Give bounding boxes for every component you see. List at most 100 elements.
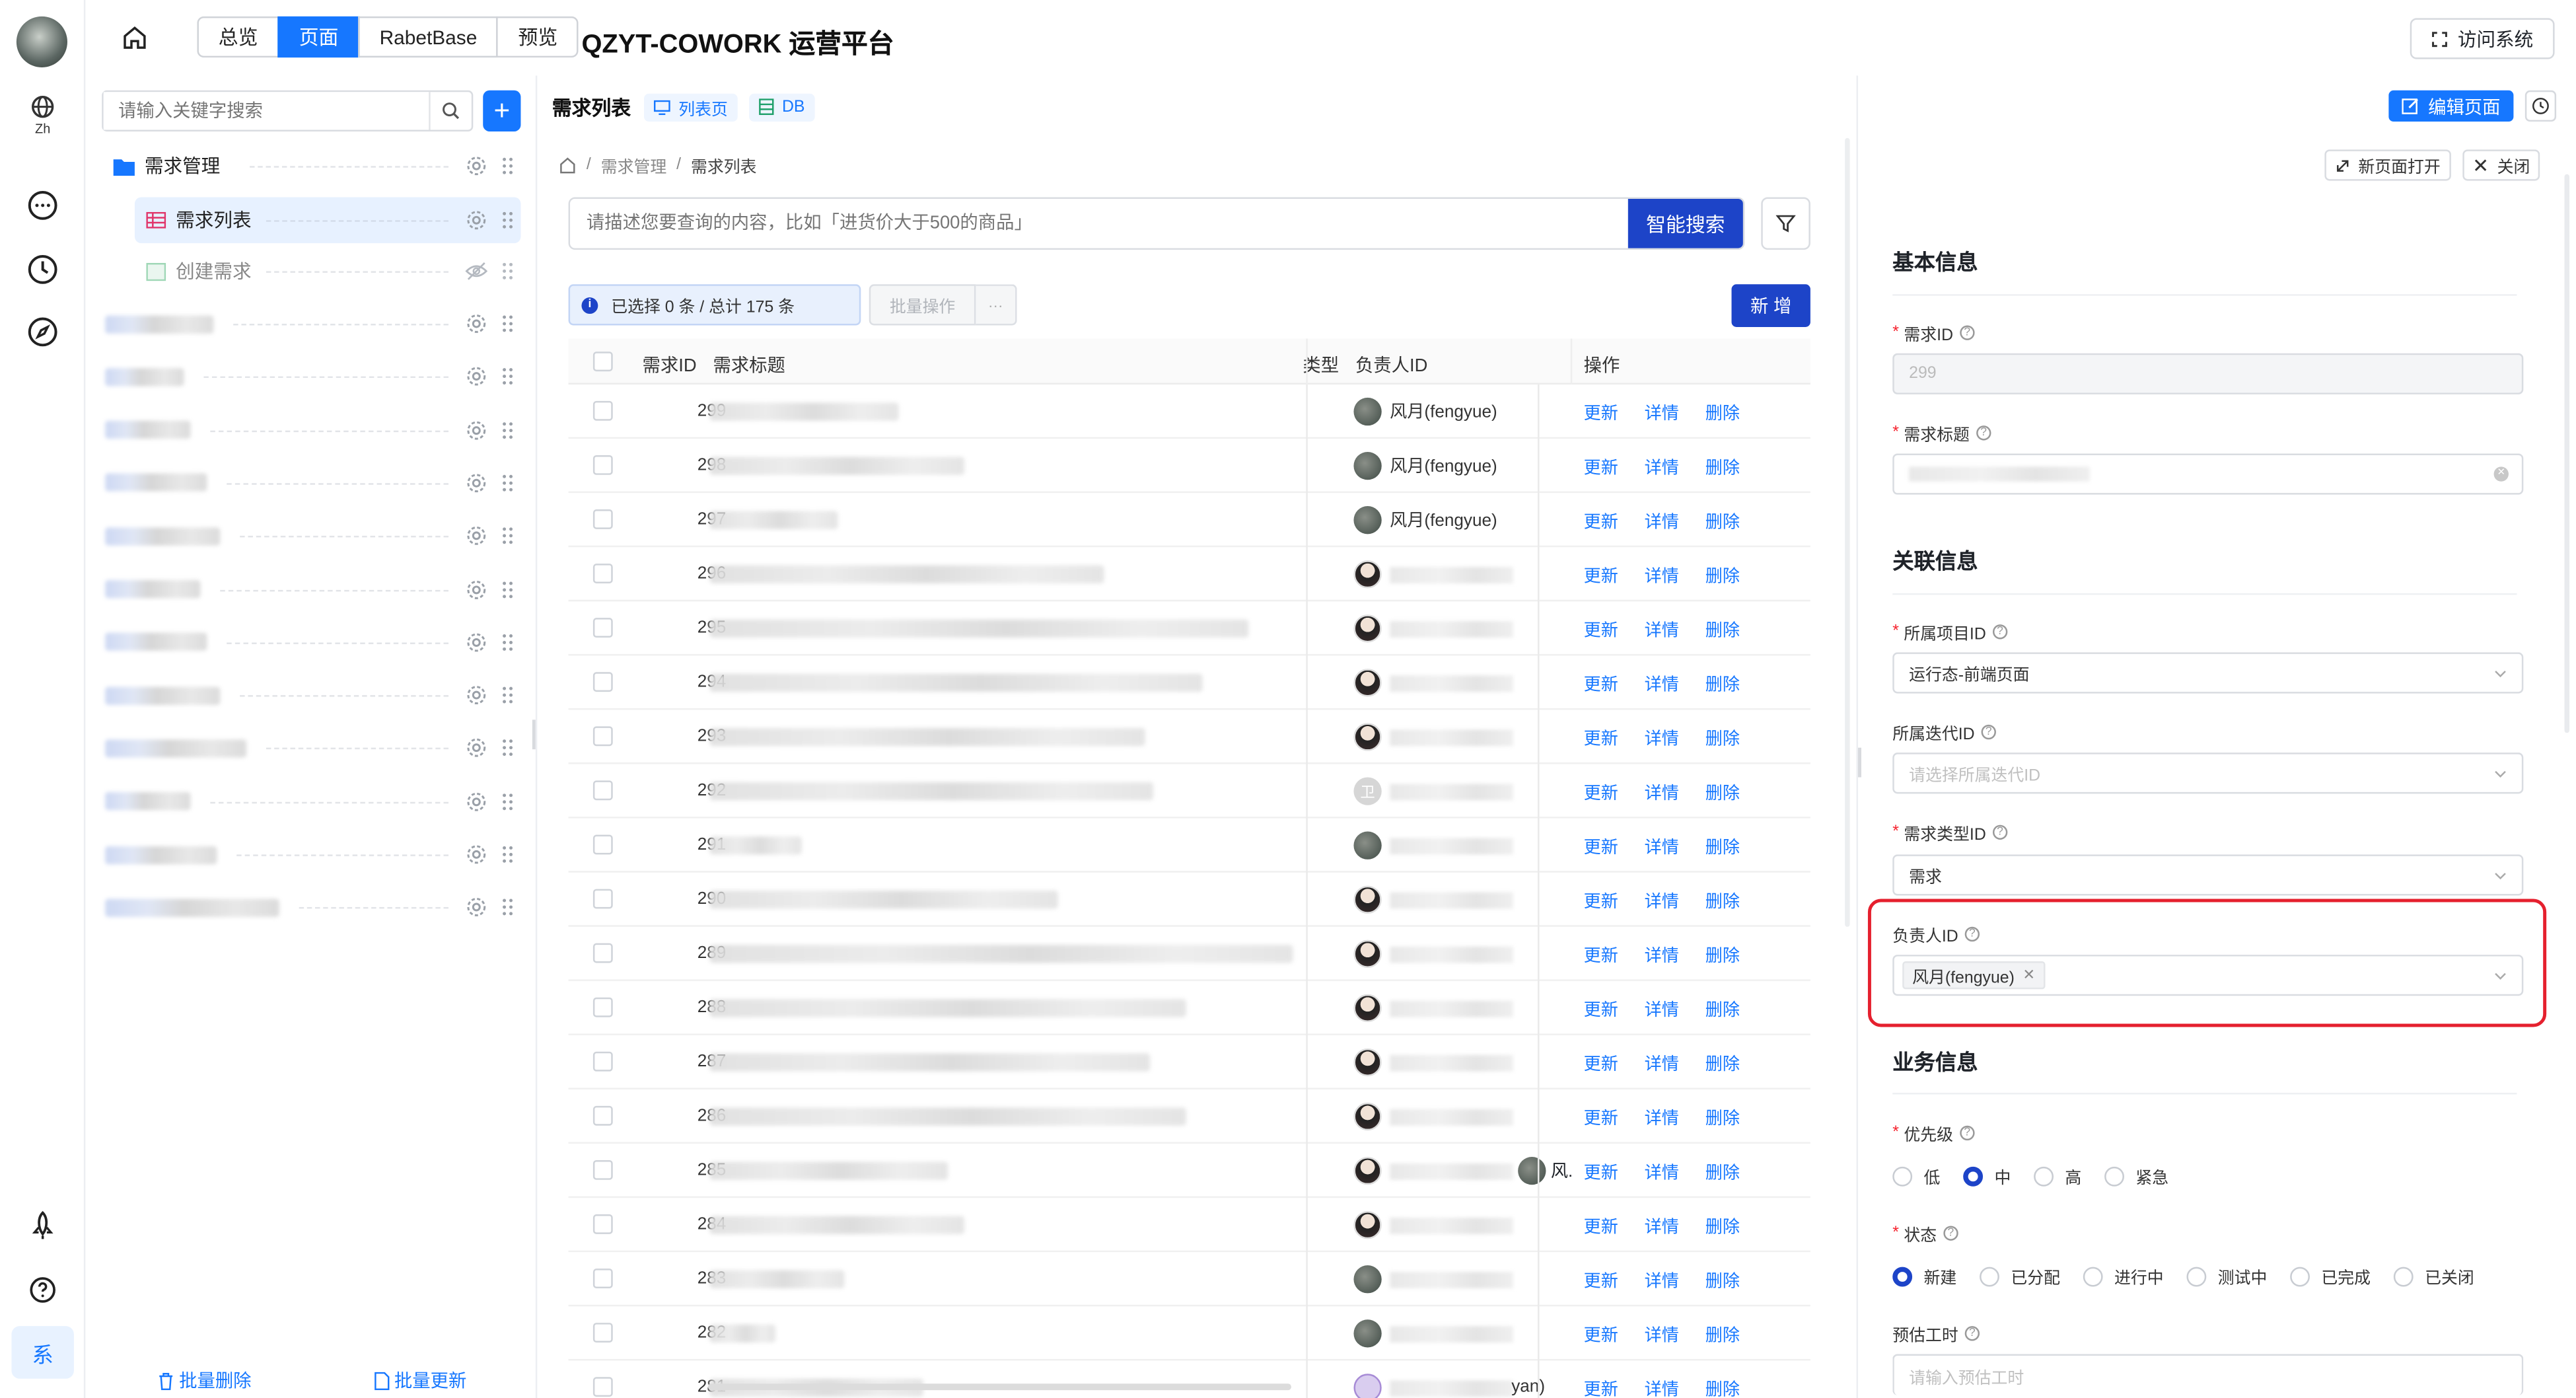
eye-off-icon[interactable] [465, 260, 488, 283]
open-new-page-button[interactable]: 新页面打开 [2324, 149, 2451, 181]
status-radio-new[interactable]: 新建 [1892, 1264, 1956, 1288]
gear-icon[interactable] [465, 209, 488, 232]
tab-overview[interactable]: 总览 [197, 16, 279, 58]
delete-link[interactable]: 删除 [1705, 618, 1740, 642]
help-icon[interactable] [23, 1270, 63, 1310]
row-title[interactable] [709, 999, 1186, 1017]
tree-item-blurred[interactable] [102, 833, 520, 876]
table-row[interactable]: 296更新详情删除 [568, 547, 1810, 602]
delete-link[interactable]: 删除 [1705, 509, 1740, 534]
update-link[interactable]: 更新 [1584, 998, 1618, 1022]
row-checkbox[interactable] [592, 1214, 613, 1234]
delete-link[interactable]: 删除 [1705, 672, 1740, 696]
globe-icon[interactable] [23, 95, 63, 122]
detail-link[interactable]: 详情 [1645, 401, 1679, 425]
delete-link[interactable]: 删除 [1705, 1323, 1740, 1347]
drag-handle-icon[interactable] [496, 365, 519, 388]
update-link[interactable]: 更新 [1584, 401, 1618, 425]
row-title[interactable] [709, 565, 1104, 583]
row-checkbox[interactable] [592, 1159, 613, 1180]
detail-link[interactable]: 详情 [1645, 1052, 1679, 1076]
row-checkbox[interactable] [592, 1105, 613, 1126]
table-row[interactable]: 297风月(fengyue)更新详情删除 [568, 493, 1810, 548]
table-row[interactable]: 285风.更新详情删除 [568, 1144, 1810, 1198]
delete-link[interactable]: 删除 [1705, 834, 1740, 859]
batch-update-link[interactable]: 批量更新 [375, 1367, 466, 1393]
gear-icon[interactable] [465, 418, 488, 441]
delete-link[interactable]: 删除 [1705, 998, 1740, 1022]
horizontal-scrollbar[interactable] [707, 1383, 1291, 1391]
iteration-select[interactable]: 请选择所属迭代ID [1892, 753, 2524, 794]
delete-link[interactable]: 删除 [1705, 1269, 1740, 1293]
update-link[interactable]: 更新 [1584, 564, 1618, 588]
rocket-icon[interactable] [23, 1206, 63, 1246]
delete-link[interactable]: 删除 [1705, 1377, 1740, 1398]
search-icon[interactable] [429, 92, 472, 130]
update-link[interactable]: 更新 [1584, 672, 1618, 696]
table-row[interactable]: 295更新详情删除 [568, 601, 1810, 656]
tag-close-icon[interactable]: ✕ [2022, 966, 2035, 984]
col-header-type[interactable]: 类型 [1303, 351, 1339, 378]
delete-link[interactable]: 删除 [1705, 455, 1740, 480]
drag-handle-icon[interactable] [496, 896, 519, 919]
table-row[interactable]: 292卫更新详情删除 [568, 764, 1810, 819]
detail-link[interactable]: 详情 [1645, 998, 1679, 1022]
home-icon[interactable] [120, 23, 150, 53]
gear-icon[interactable] [465, 525, 488, 548]
col-header-title[interactable]: 需求标题 [713, 351, 785, 378]
tab-pages[interactable]: 页面 [277, 16, 360, 58]
row-checkbox[interactable] [592, 726, 613, 747]
add-page-button[interactable]: + [483, 90, 521, 131]
detail-link[interactable]: 详情 [1645, 889, 1679, 914]
row-checkbox[interactable] [592, 509, 613, 529]
update-link[interactable]: 更新 [1584, 1323, 1618, 1347]
tree-item-blurred[interactable] [102, 886, 520, 929]
drag-handle-icon[interactable] [496, 631, 519, 654]
table-row[interactable]: 284更新详情删除 [568, 1198, 1810, 1253]
row-title[interactable] [709, 891, 1058, 909]
delete-link[interactable]: 删除 [1705, 401, 1740, 425]
close-panel-button[interactable]: ✕ 关闭 [2462, 149, 2540, 181]
status-radio-in-progress[interactable]: 进行中 [2083, 1264, 2164, 1288]
ai-search-input[interactable] [570, 198, 1628, 248]
select-all-checkbox[interactable] [592, 351, 613, 372]
vertical-scrollbar[interactable] [1845, 137, 1850, 927]
delete-link[interactable]: 删除 [1705, 726, 1740, 751]
delete-link[interactable]: 删除 [1705, 564, 1740, 588]
gear-icon[interactable] [465, 472, 488, 495]
gear-icon[interactable] [465, 843, 488, 866]
drag-handle-icon[interactable] [496, 843, 519, 866]
drag-handle-icon[interactable] [496, 313, 519, 336]
delete-link[interactable]: 删除 [1705, 889, 1740, 914]
update-link[interactable]: 更新 [1584, 1214, 1618, 1239]
compass-icon[interactable] [23, 313, 63, 352]
smart-search-button[interactable]: 智能搜索 [1628, 198, 1743, 248]
priority-radio-high[interactable]: 高 [2034, 1163, 2081, 1188]
row-checkbox[interactable] [592, 672, 613, 692]
table-row[interactable]: 286更新详情删除 [568, 1089, 1810, 1144]
tree-item-blurred[interactable] [102, 727, 520, 770]
detail-link[interactable]: 详情 [1645, 1377, 1679, 1398]
table-row[interactable]: 290更新详情删除 [568, 873, 1810, 927]
priority-radio-medium[interactable]: 中 [1963, 1163, 2011, 1188]
drag-handle-icon[interactable] [496, 472, 519, 495]
row-title[interactable] [709, 836, 802, 855]
row-title[interactable] [709, 1161, 948, 1180]
row-title[interactable] [709, 1270, 845, 1288]
detail-link[interactable]: 详情 [1645, 509, 1679, 534]
row-checkbox[interactable] [592, 780, 613, 801]
tree-item-blurred[interactable] [102, 515, 520, 558]
req-id-input[interactable]: 299 [1892, 353, 2524, 394]
update-link[interactable]: 更新 [1584, 1269, 1618, 1293]
row-checkbox[interactable] [592, 455, 613, 475]
row-title[interactable] [709, 1216, 964, 1234]
update-link[interactable]: 更新 [1584, 455, 1618, 480]
row-checkbox[interactable] [592, 889, 613, 909]
update-link[interactable]: 更新 [1584, 834, 1618, 859]
detail-link[interactable]: 详情 [1645, 1106, 1679, 1130]
drag-handle-icon[interactable] [496, 155, 519, 178]
detail-link[interactable]: 详情 [1645, 672, 1679, 696]
project-select[interactable]: 运行态-前端页面 [1892, 652, 2524, 694]
chat-icon[interactable] [23, 186, 63, 225]
row-checkbox[interactable] [592, 618, 613, 638]
